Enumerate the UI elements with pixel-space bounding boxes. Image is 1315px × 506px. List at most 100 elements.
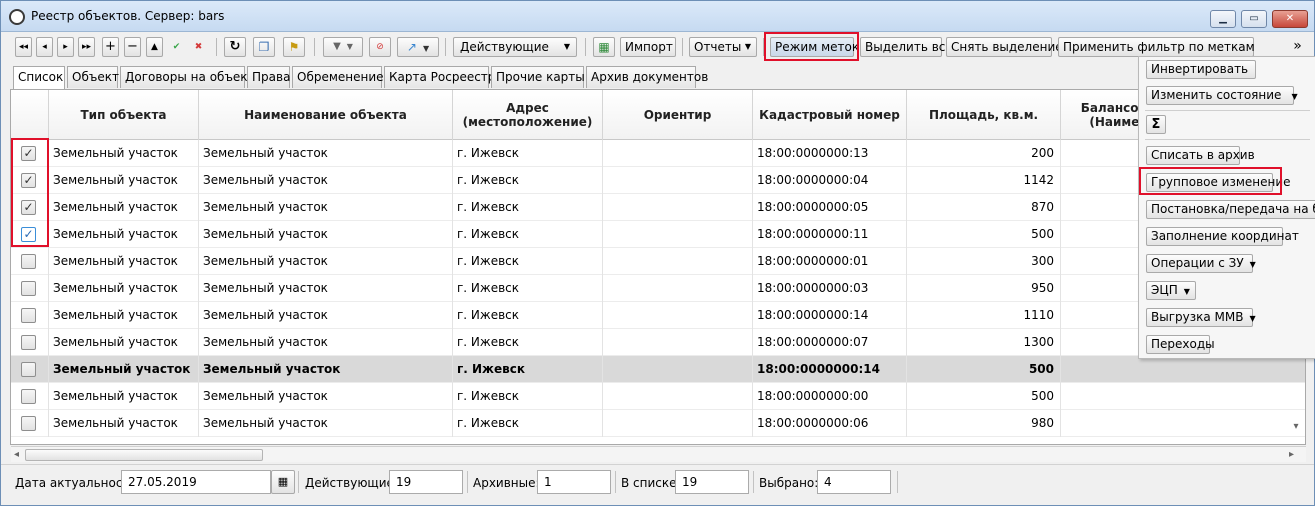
cell-cadastral: 18:00:0000000:11 <box>753 221 907 248</box>
tab-rights[interactable]: Права <box>247 66 290 88</box>
tab-document-archive[interactable]: Архив документов <box>586 66 708 88</box>
date-input[interactable]: 27.05.2019 <box>121 470 271 494</box>
table-row[interactable]: ✓ Земельный участок Земельный участок г. Иж… <box>11 167 1305 194</box>
row-mark-checkbox[interactable]: ✓ <box>21 200 36 215</box>
scrollbar-thumb[interactable] <box>25 449 263 461</box>
flag-icon[interactable]: ⚑ <box>283 37 305 57</box>
last-record-icon[interactable]: ▸▸ <box>78 37 95 57</box>
toolbar-separator <box>682 38 683 56</box>
transitions-button[interactable]: Переходы <box>1146 335 1215 354</box>
table-row[interactable]: Земельный участок Земельный участок г. Иже… <box>11 383 1305 410</box>
eds-dropdown[interactable]: ЭЦП ▼ <box>1146 281 1196 300</box>
cell-type: Земельный участок <box>49 275 199 302</box>
calendar-icon[interactable]: ▦ <box>271 470 295 494</box>
cell-landmark <box>603 140 753 167</box>
header-type[interactable]: Тип объекта <box>49 90 199 140</box>
toolbar-separator <box>216 38 217 56</box>
table-row[interactable]: ✓ Земельный участок Земельный участок г. Иж… <box>11 194 1305 221</box>
cell-landmark <box>603 383 753 410</box>
row-mark-checkbox[interactable]: ✓ <box>21 146 36 161</box>
scroll-right-icon[interactable]: ▸ <box>1289 447 1294 463</box>
filter-dropdown[interactable]: ▼ ▼ <box>323 37 363 57</box>
cell-address: г. Ижевск <box>453 383 603 410</box>
maximize-button[interactable]: ▭ <box>1241 10 1267 28</box>
fill-coordinates-button[interactable]: Заполнение координат <box>1146 227 1299 246</box>
sum-icon[interactable]: Σ <box>1146 115 1166 134</box>
apply-mark-filter-button[interactable]: Применить фильтр по меткам <box>1058 37 1255 57</box>
row-mark-checkbox[interactable] <box>21 362 36 377</box>
cell-checkbox <box>11 410 49 437</box>
menu-separator <box>1145 110 1310 111</box>
header-address[interactable]: Адрес (местоположение) <box>453 90 603 140</box>
horizontal-scrollbar[interactable]: ◂ ▸ <box>11 446 1306 462</box>
row-mark-checkbox[interactable] <box>21 281 36 296</box>
clear-selection-button[interactable]: Снять выделение <box>946 37 1063 57</box>
tab-object[interactable]: Объект <box>67 66 119 88</box>
tab-other-maps[interactable]: Прочие карты <box>491 66 585 88</box>
select-all-button[interactable]: Выделить все <box>860 37 953 57</box>
move-up-icon[interactable]: ▲ <box>146 37 163 57</box>
chevron-down-icon: ▼ <box>563 42 570 51</box>
export-mmv-dropdown[interactable]: Выгрузка ММВ ▼ <box>1146 308 1256 327</box>
row-mark-checkbox[interactable] <box>21 389 36 404</box>
scroll-down-arrow-icon[interactable]: ▾ <box>1287 421 1305 447</box>
cell-type: Земельный участок <box>49 140 199 167</box>
header-name[interactable]: Наименование объекта <box>199 90 453 140</box>
reports-dropdown[interactable]: Отчеты ▼ <box>689 37 757 57</box>
apply-check-icon[interactable]: ✔ <box>168 37 185 57</box>
row-mark-checkbox[interactable] <box>21 416 36 431</box>
close-button[interactable]: ✕ <box>1272 10 1308 28</box>
chevron-down-icon: ▼ <box>422 44 430 53</box>
import-button[interactable]: Импорт <box>620 37 676 57</box>
close-icon: ✕ <box>1285 13 1295 24</box>
refresh-icon[interactable]: ↻ <box>224 37 246 57</box>
cell-area: 870 <box>907 194 1061 221</box>
table-row[interactable]: Земельный участок Земельный участок г. Иже… <box>11 410 1305 437</box>
tab-contracts[interactable]: Договоры на объект <box>120 66 255 88</box>
tab-list[interactable]: Список <box>13 66 65 89</box>
status-filter-select[interactable]: Действующие ▼ <box>453 37 577 57</box>
toolbar-overflow-icon[interactable]: » <box>1289 37 1306 57</box>
archive-button[interactable]: Списать в архив <box>1146 146 1255 165</box>
invert-button[interactable]: Инвертировать <box>1146 60 1256 79</box>
land-operations-dropdown[interactable]: Операции с ЗУ ▼ <box>1146 254 1256 273</box>
table-row[interactable]: Земельный участок Земельный участок г. Иже… <box>11 329 1305 356</box>
tab-encumbrance[interactable]: Обременение <box>292 66 384 88</box>
add-icon[interactable]: + <box>102 37 119 57</box>
balance-transfer-button[interactable]: Постановка/передача на бала <box>1146 200 1315 219</box>
cell-name: Земельный участок <box>199 302 453 329</box>
cancel-x-icon[interactable]: ✖ <box>190 37 207 57</box>
group-change-button[interactable]: Групповое изменение <box>1146 173 1291 192</box>
row-mark-checkbox[interactable] <box>21 308 36 323</box>
table-row[interactable]: Земельный участок Земельный участок г. Иже… <box>11 248 1305 275</box>
header-area[interactable]: Площадь, кв.м. <box>907 90 1061 140</box>
table-row[interactable]: Земельный участок Земельный участок г. Иже… <box>11 302 1305 329</box>
copy-icon[interactable]: ❐ <box>253 37 275 57</box>
table-row[interactable]: ✓ Земельный участок Земельный участок г. Иж… <box>11 221 1305 248</box>
table-row[interactable]: ✓ Земельный участок Земельный участок г. Иж… <box>11 140 1305 167</box>
table-row[interactable]: Земельный участок Земельный участок г. Иже… <box>11 275 1305 302</box>
cell-checkbox <box>11 248 49 275</box>
row-mark-checkbox[interactable] <box>21 335 36 350</box>
mark-mode-button[interactable]: Режим меток <box>770 37 859 57</box>
remove-icon[interactable]: − <box>124 37 141 57</box>
minimize-button[interactable]: ▁ <box>1210 10 1236 28</box>
cell-name: Земельный участок <box>199 383 453 410</box>
toolbar-separator <box>445 38 446 56</box>
scroll-left-icon[interactable]: ◂ <box>14 447 19 463</box>
first-record-icon[interactable]: ◂◂ <box>15 37 32 57</box>
row-mark-checkbox[interactable]: ✓ <box>21 173 36 188</box>
navigate-dropdown[interactable]: ↗ ▼ <box>397 37 439 57</box>
row-mark-checkbox[interactable]: ✓ <box>21 227 36 242</box>
tab-rosreestr-map[interactable]: Карта Росреестра <box>384 66 503 88</box>
row-mark-checkbox[interactable] <box>21 254 36 269</box>
excel-icon[interactable]: ▦ <box>593 37 615 57</box>
header-cadastral[interactable]: Кадастровый номер <box>753 90 907 140</box>
change-state-dropdown[interactable]: Изменить состояние ▼ <box>1146 86 1298 105</box>
next-record-icon[interactable]: ▸ <box>57 37 74 57</box>
table-row[interactable]: Земельный участок Земельный участок г. Иже… <box>11 356 1305 383</box>
cell-landmark <box>603 329 753 356</box>
prev-record-icon[interactable]: ◂ <box>36 37 53 57</box>
clear-filter-icon[interactable]: ⊘ <box>369 37 391 57</box>
header-landmark[interactable]: Ориентир <box>603 90 753 140</box>
